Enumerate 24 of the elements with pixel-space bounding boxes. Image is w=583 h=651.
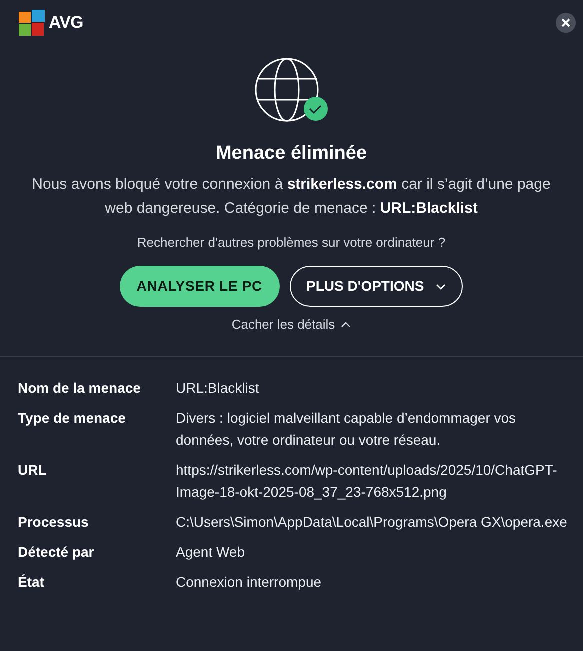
prompt-text: Rechercher d'autres problèmes sur votre ordinateur ? <box>136 234 447 252</box>
detail-value: Agent Web <box>176 542 246 562</box>
chevron-up-icon <box>341 322 352 328</box>
close-icon <box>561 18 571 28</box>
dialog-title: Menace éliminée <box>214 142 368 166</box>
detail-label: Détecté par <box>18 542 96 562</box>
scan-button[interactable]: ANALYSER LE PC <box>120 266 280 307</box>
detail-value: Divers : logiciel malveillant capable d’endommager vos données, votre ordinateur ou votre réseau. <box>176 408 518 450</box>
detail-value: https://strikerless.com/wp-content/uploads/2025/10/ChatGPT-Image-18-okt-2025-08_37_23-768x512.png <box>176 460 558 502</box>
details-toggle[interactable]: Cacher les détails <box>232 315 352 334</box>
detail-value: URL:Blacklist <box>176 378 260 398</box>
detail-label: Nom de la menace <box>18 378 142 398</box>
chevron-down-icon <box>436 284 446 290</box>
detail-label: Type de menace <box>18 408 127 428</box>
message-text: Nous avons bloqué votre connexion à strikerless.com car il s’agit d’une page web dangereuse. Catégorie de menace : URL:Blacklist <box>31 174 552 218</box>
detail-label: URL <box>18 460 48 480</box>
brand-name: AVG <box>49 12 84 34</box>
detail-label: Processus <box>18 512 90 532</box>
detail-label: État <box>18 572 46 592</box>
close-button[interactable] <box>556 12 576 32</box>
detail-value: C:\Users\Simon\AppData\Local\Programs\Opera GX\opera.exe <box>176 512 568 532</box>
logo-icon <box>18 8 46 36</box>
detail-value: Connexion interrompue <box>176 572 323 592</box>
options-button[interactable]: PLUS D'OPTIONS <box>290 266 464 307</box>
